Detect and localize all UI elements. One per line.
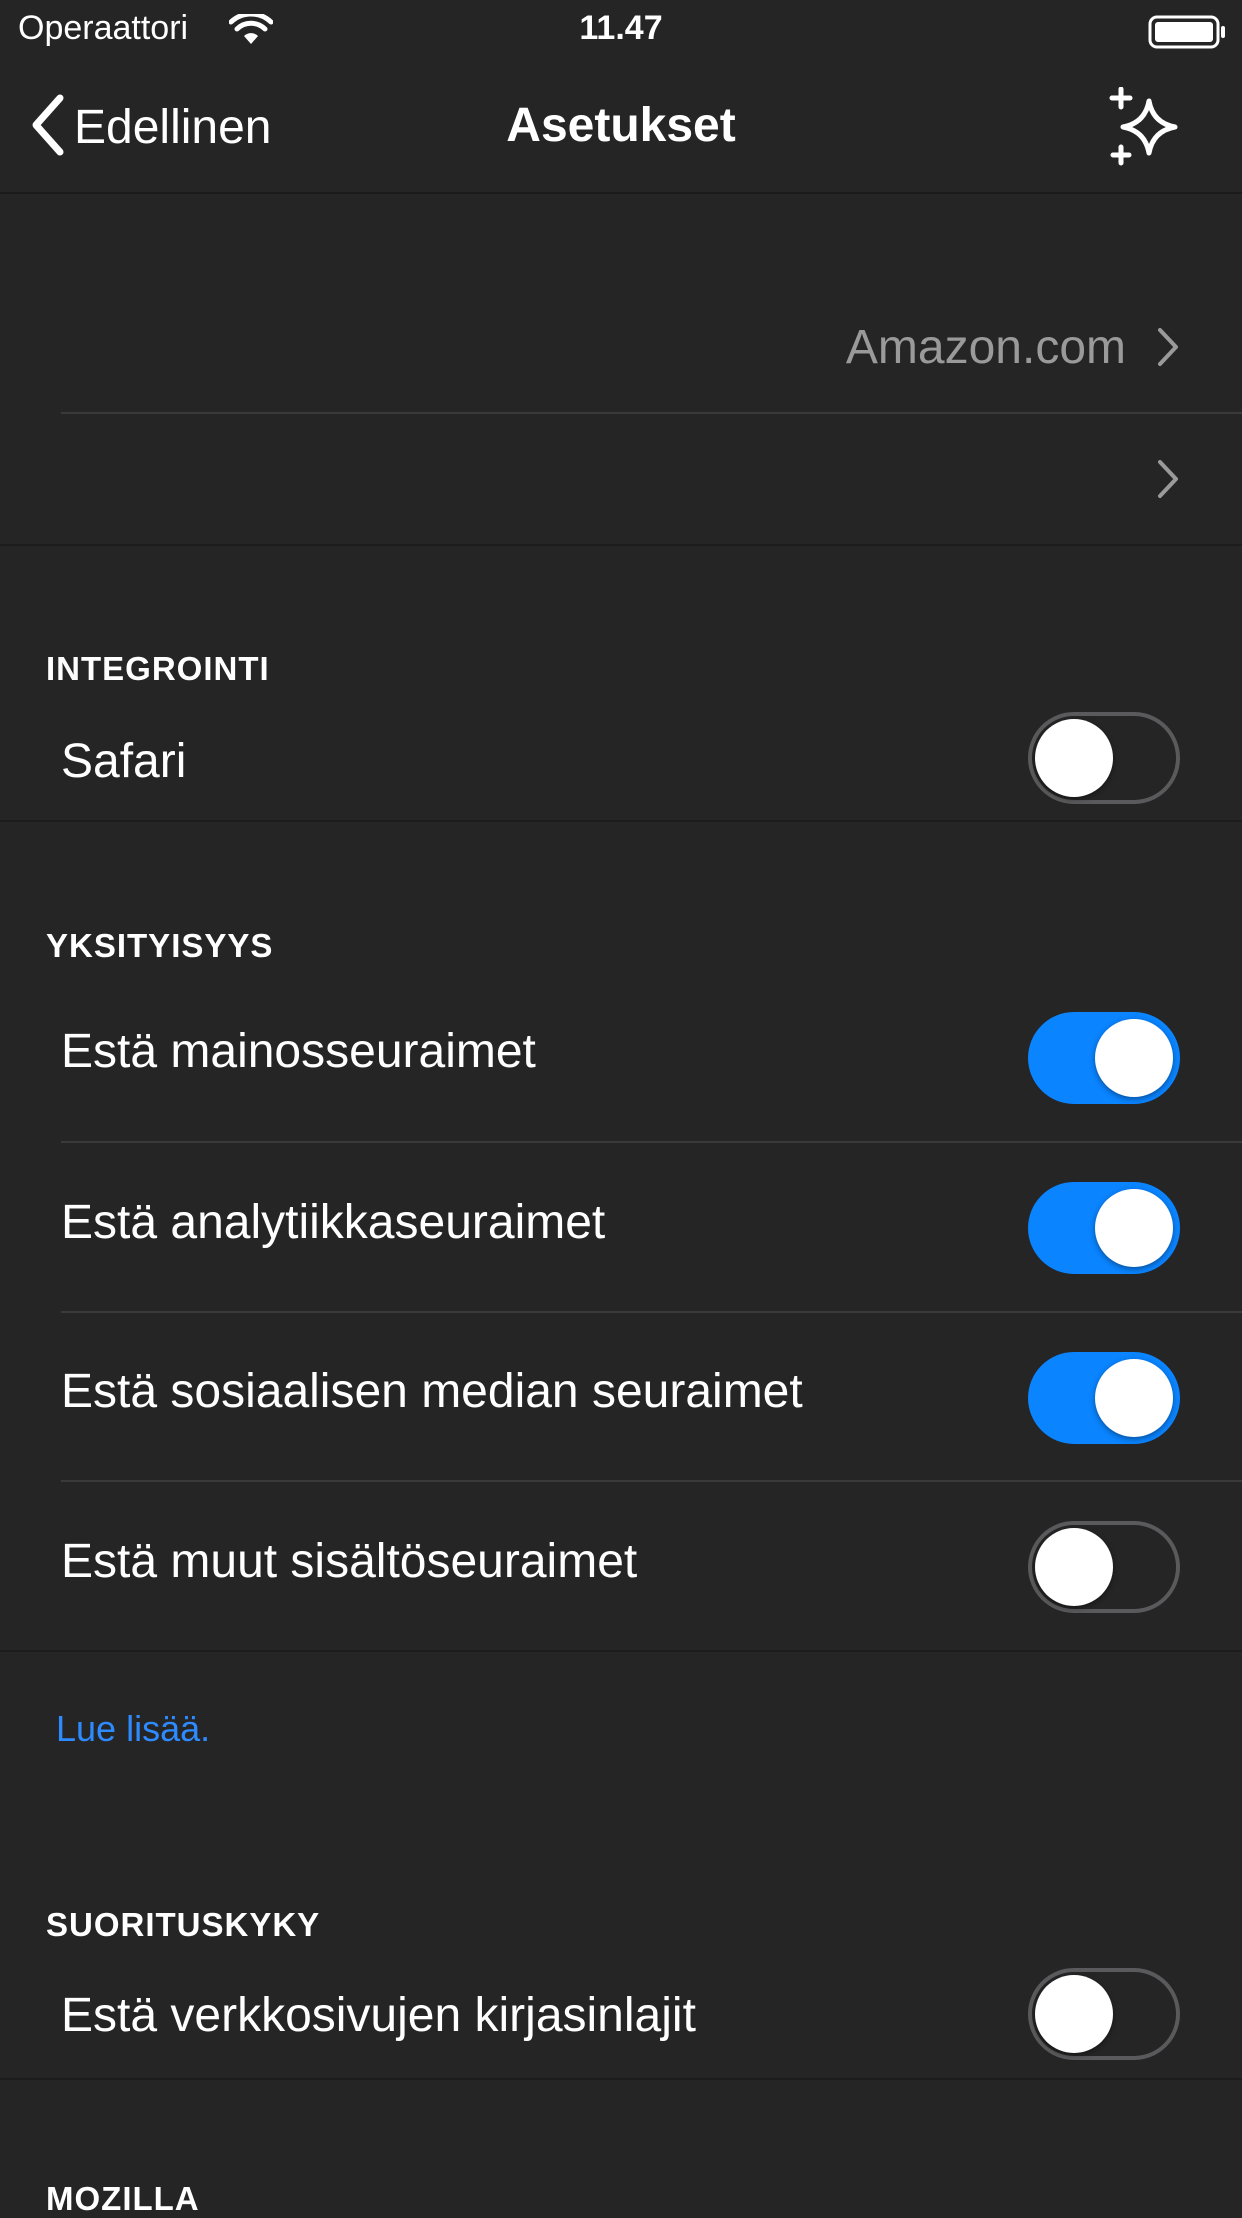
- toggle-knob: [1035, 719, 1113, 797]
- toggle-row-analytics-trackers: Estä analytiikkaseuraimet: [0, 1143, 1242, 1311]
- toggle-label: Estä muut sisältöseuraimet: [61, 1535, 638, 1588]
- toggle-label: Estä sosiaalisen median seuraimet: [61, 1365, 803, 1418]
- toggle-knob: [1095, 1189, 1173, 1267]
- status-time: 11.47: [579, 9, 663, 47]
- whats-new-button[interactable]: [1100, 84, 1190, 174]
- block-content-trackers-toggle[interactable]: [1028, 1521, 1180, 1613]
- block-social-trackers-toggle[interactable]: [1028, 1352, 1180, 1444]
- toggle-row-ad-trackers: Estä mainosseuraimet: [0, 974, 1242, 1142]
- status-bar: Operaattori 11.47: [0, 0, 1242, 64]
- toggle-knob: [1095, 1019, 1173, 1097]
- group-separator: [0, 544, 1242, 546]
- block-web-fonts-toggle[interactable]: [1028, 1968, 1180, 2060]
- toggle-label: Estä mainosseuraimet: [61, 1025, 536, 1078]
- page-title: Asetukset: [506, 99, 736, 152]
- sparkle-icon: [1105, 86, 1185, 172]
- section-header-mozilla: MOZILLA: [46, 2180, 200, 2217]
- search-engine-value: Amazon.com: [845, 321, 1126, 374]
- toggle-knob: [1035, 1975, 1113, 2053]
- section-header-integration: INTEGROINTI: [46, 650, 270, 687]
- toggle-row-safari: Safari: [0, 700, 1242, 820]
- safari-toggle[interactable]: [1028, 712, 1180, 804]
- toggle-row-web-fonts: Estä verkkosivujen kirjasinlajit: [0, 1956, 1242, 2078]
- group-separator: [0, 2078, 1242, 2080]
- block-analytics-trackers-toggle[interactable]: [1028, 1182, 1180, 1274]
- battery-icon: [1148, 15, 1228, 54]
- search-engine-row[interactable]: Amazon.com: [0, 280, 1242, 412]
- settings-row-unlabeled[interactable]: [0, 414, 1242, 544]
- section-header-performance: SUORITUSKYKY: [46, 1906, 321, 1943]
- block-ad-trackers-toggle[interactable]: [1028, 1012, 1180, 1104]
- section-header-privacy: YKSITYISYYS: [46, 927, 274, 964]
- toggle-row-social-trackers: Estä sosiaalisen median seuraimet: [0, 1313, 1242, 1481]
- learn-more-link[interactable]: Lue lisää.: [56, 1708, 210, 1750]
- group-separator: [0, 1650, 1242, 1652]
- group-separator: [0, 820, 1242, 822]
- chevron-right-icon: [1156, 458, 1180, 505]
- chevron-right-icon: [1156, 326, 1180, 373]
- navigation-bar: Edellinen Asetukset: [0, 64, 1242, 194]
- toggle-label: Estä analytiikkaseuraimet: [61, 1196, 606, 1249]
- toggle-row-content-trackers: Estä muut sisältöseuraimet: [0, 1482, 1242, 1650]
- toggle-label: Estä verkkosivujen kirjasinlajit: [61, 1989, 696, 2042]
- toggle-knob: [1035, 1528, 1113, 1606]
- toggle-knob: [1095, 1359, 1173, 1437]
- toggle-label: Safari: [61, 735, 187, 788]
